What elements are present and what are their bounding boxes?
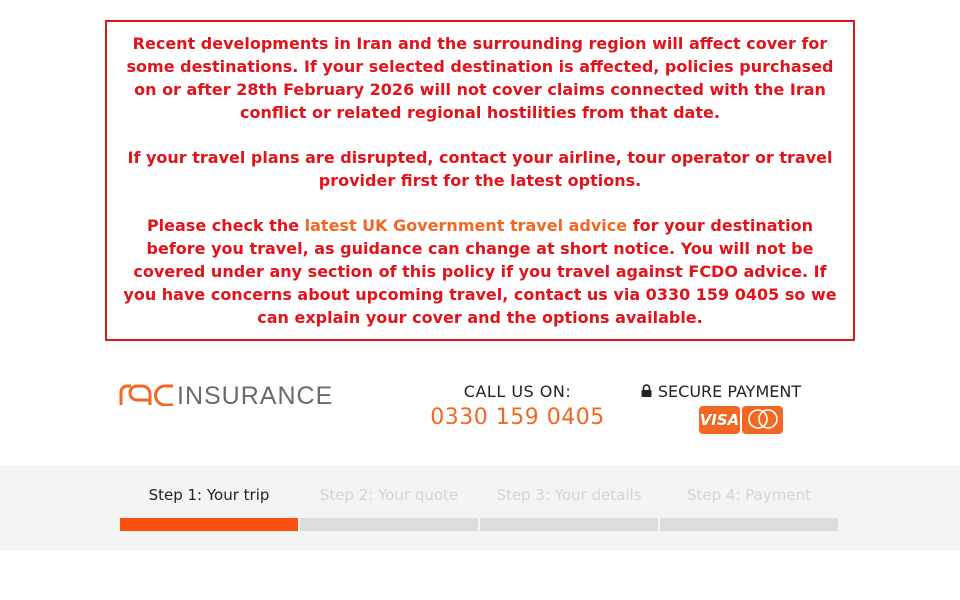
secure-payment-text: SECURE PAYMENT — [657, 382, 802, 401]
notice-paragraph-3: Please check the latest UK Government tr… — [121, 214, 839, 329]
notice-text: Please check the — [146, 216, 305, 235]
visa-text: VISA — [699, 411, 740, 429]
rac-insurance-logo[interactable]: INSURANCE — [119, 382, 334, 410]
notice-paragraph-2: If your travel plans are disrupted, cont… — [127, 148, 833, 190]
logo-insurance-text: INSURANCE — [177, 382, 334, 410]
notice-paragraph-1: Recent developments in Iran and the surr… — [126, 34, 834, 122]
gov-travel-advice-link[interactable]: latest UK Government travel advice — [305, 216, 627, 235]
visa-card-icon: VISA — [699, 406, 740, 434]
call-us-block: CALL US ON: 0330 159 0405 — [420, 382, 615, 430]
secure-payment-block: SECURE PAYMENT VISA — [640, 382, 802, 434]
step-progress-bar — [480, 518, 658, 531]
step-label: Step 2: Your quote — [319, 486, 459, 504]
payment-cards: VISA — [680, 406, 802, 434]
step-progress-bar — [300, 518, 478, 531]
phone-number-link[interactable]: 0330 159 0405 — [420, 405, 615, 430]
step-progress-bar — [120, 518, 298, 531]
step-label: Step 1: Your trip — [148, 486, 270, 504]
logo-rac-text — [119, 384, 175, 409]
progress-steps: Step 1: Your trip Step 2: Your quote Ste… — [0, 466, 960, 550]
call-us-label: CALL US ON: — [463, 382, 572, 401]
secure-payment-label: SECURE PAYMENT — [640, 382, 802, 401]
site-header: INSURANCE CALL US ON: 0330 159 0405 SECU… — [0, 360, 960, 465]
rac-logo-icon — [119, 384, 173, 406]
iran-cover-notice: Recent developments in Iran and the surr… — [105, 20, 855, 341]
mastercard-logo-icon — [747, 409, 778, 429]
mastercard-icon — [742, 406, 783, 434]
step-progress-bar — [660, 518, 838, 531]
step-label: Step 3: Your details — [496, 486, 642, 504]
step-label: Step 4: Payment — [687, 486, 811, 504]
lock-icon — [641, 384, 652, 397]
